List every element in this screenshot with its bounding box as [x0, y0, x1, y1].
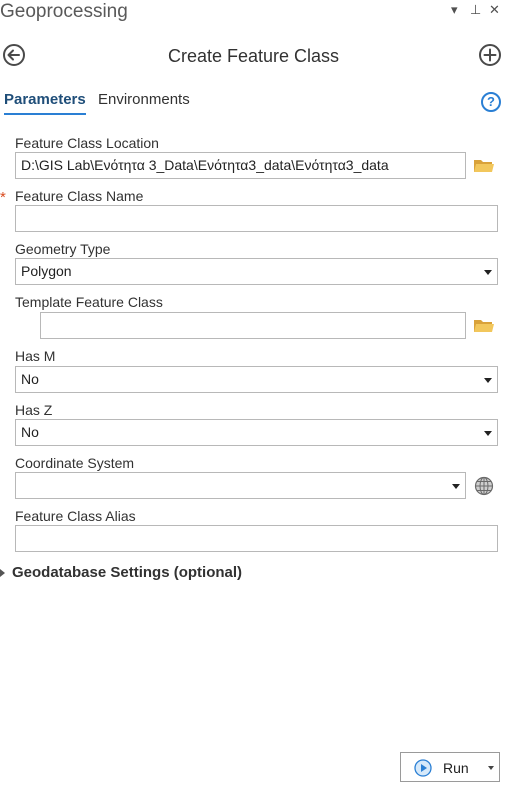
chevron-down-icon [452, 484, 460, 489]
geometry-type-value: Polygon [21, 263, 72, 279]
tab-environments[interactable]: Environments [98, 90, 190, 110]
pane-title: Geoprocessing [0, 1, 128, 22]
help-icon[interactable]: ? [481, 92, 501, 112]
has-z-label: Has Z [15, 402, 53, 418]
add-button[interactable] [479, 44, 501, 66]
feature-class-location-label: Feature Class Location [15, 135, 159, 151]
tool-title: Create Feature Class [167, 46, 340, 66]
close-button[interactable]: ✕ [489, 2, 500, 18]
chevron-down-icon [484, 378, 492, 383]
tab-parameters[interactable]: Parameters [4, 90, 86, 115]
play-icon [414, 759, 432, 777]
geometry-type-dropdown[interactable]: Polygon [15, 258, 498, 285]
has-m-value: No [21, 371, 39, 387]
feature-class-alias-input[interactable] [15, 525, 498, 552]
plus-icon [483, 48, 497, 62]
run-dropdown-arrow-icon[interactable] [488, 766, 494, 770]
pane-titlebar: Geoprocessing ▾ ⊥ ✕ [0, 0, 507, 26]
template-feature-class-label: Template Feature Class [15, 294, 163, 310]
geometry-type-label: Geometry Type [15, 241, 111, 257]
coordinate-system-dropdown[interactable] [15, 472, 466, 499]
run-button[interactable]: Run [400, 752, 500, 782]
has-z-value: No [21, 424, 39, 440]
feature-class-name-input[interactable] [15, 205, 498, 232]
has-m-label: Has M [15, 348, 56, 364]
template-feature-class-input[interactable] [40, 312, 466, 339]
geodatabase-settings-label: Geodatabase Settings (optional) [12, 564, 243, 581]
chevron-down-icon [484, 270, 492, 275]
chevron-down-icon [484, 431, 492, 436]
has-m-dropdown[interactable]: No [15, 366, 498, 393]
feature-class-name-label: Feature Class Name [15, 188, 144, 204]
folder-icon[interactable] [473, 317, 495, 334]
run-label: Run [443, 760, 469, 776]
feature-class-location-input[interactable]: D:\GIS Lab\Ενότητα 3_Data\Ενότητα3_data\… [15, 152, 466, 179]
folder-icon[interactable] [473, 157, 495, 174]
coordinate-system-label: Coordinate System [15, 455, 135, 471]
has-z-dropdown[interactable]: No [15, 419, 498, 446]
globe-icon[interactable] [474, 476, 494, 496]
pin-button[interactable]: ⊥ [470, 2, 481, 18]
expand-triangle-icon [0, 569, 5, 577]
feature-class-alias-label: Feature Class Alias [15, 508, 136, 524]
pane-menu-button[interactable]: ▾ [451, 2, 458, 18]
required-marker: * [0, 189, 6, 206]
